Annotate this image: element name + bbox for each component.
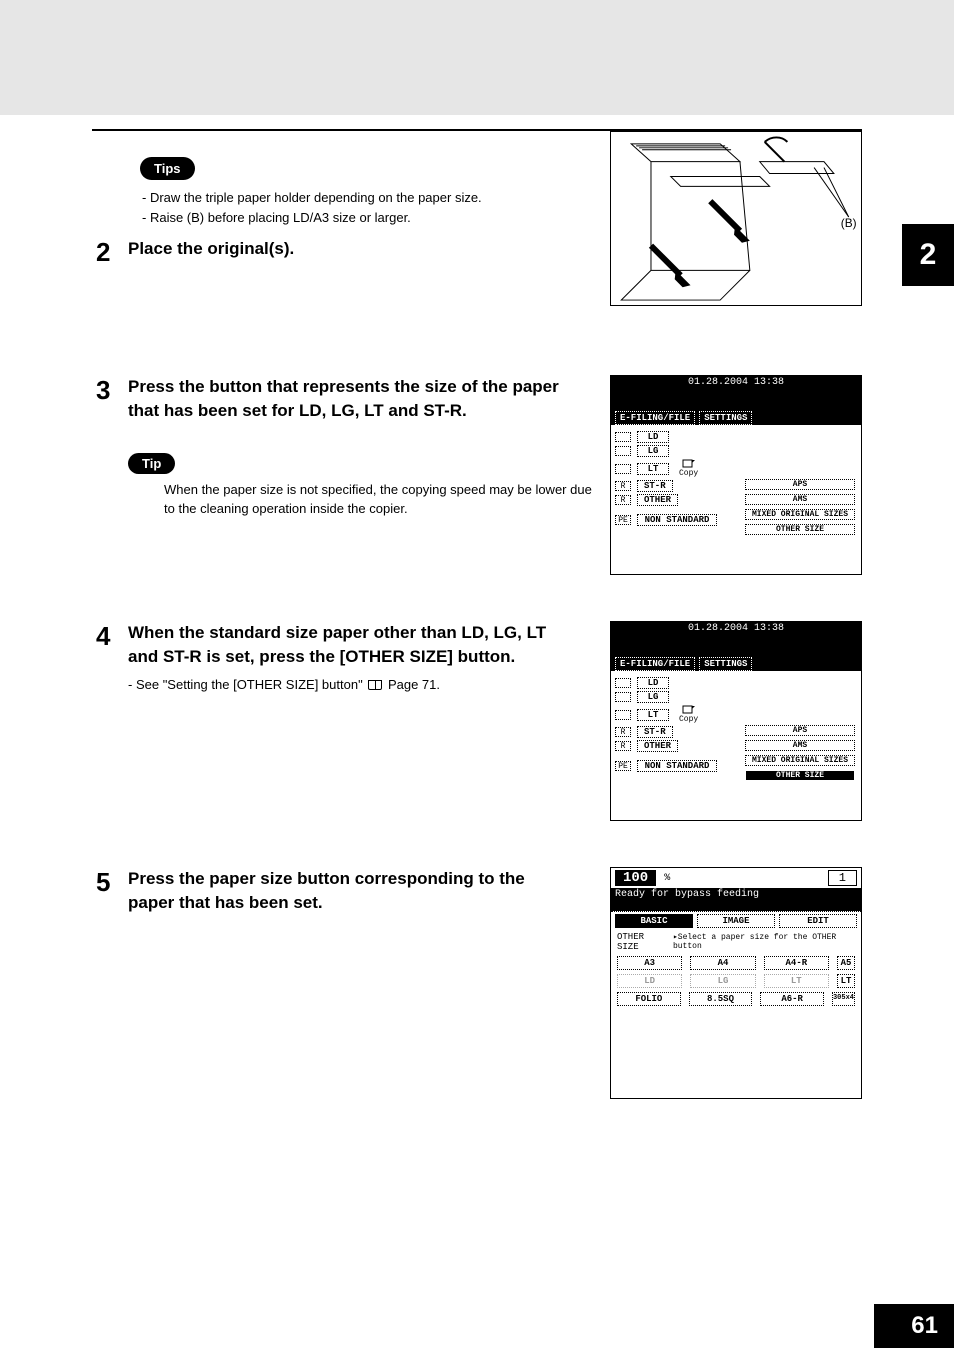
aps-button[interactable]: APS <box>745 725 855 736</box>
step-title: Press the paper size button correspondin… <box>128 867 568 915</box>
tips-badge: Tips <box>140 157 195 180</box>
size-str-button[interactable]: ST-R <box>637 726 673 738</box>
size-305x4-button[interactable]: 305x4 <box>832 992 855 1006</box>
other-size-button-selected[interactable]: OTHER SIZE <box>745 770 855 781</box>
step-title: Press the button that represents the siz… <box>128 375 568 423</box>
ams-button[interactable]: AMS <box>745 494 855 505</box>
mixed-sizes-button[interactable]: MIXED ORIGINAL SIZES <box>745 509 855 520</box>
copier-panel-screenshot-sizes: 100 % 1 Ready for bypass feeding BASIC I… <box>610 867 862 1099</box>
size-a6r-button[interactable]: A6-R <box>760 992 824 1006</box>
other-size-label: OTHER SIZE <box>617 932 667 952</box>
status-bar: Ready for bypass feeding <box>611 888 861 901</box>
aps-button[interactable]: APS <box>745 479 855 490</box>
size-lg-button[interactable]: LG <box>637 445 669 457</box>
size-lt-button-dim[interactable]: LT <box>764 974 829 988</box>
size-ld-button-dim[interactable]: LD <box>617 974 682 988</box>
panel-tab-settings[interactable]: SETTINGS <box>699 657 752 671</box>
size-a4r-button[interactable]: A4-R <box>764 956 829 970</box>
step-number: 3 <box>92 375 128 406</box>
prompt-text: Select a paper size for the OTHER button <box>673 933 836 951</box>
tab-basic[interactable]: BASIC <box>615 914 693 928</box>
panel-datetime: 01.28.2004 13:38 <box>611 622 861 635</box>
percent-sign: % <box>664 873 670 884</box>
size-a4-button[interactable]: A4 <box>690 956 755 970</box>
panel-tab-settings[interactable]: SETTINGS <box>699 411 752 425</box>
tip-badge: Tip <box>128 453 175 474</box>
chapter-tab: 2 <box>902 224 954 286</box>
size-other-button[interactable]: OTHER <box>637 740 678 752</box>
zoom-percent: 100 <box>615 870 656 886</box>
page-number: 61 <box>874 1304 954 1348</box>
tip-item: Raise (B) before placing LD/A3 size or l… <box>150 210 411 225</box>
panel-tab-efiling[interactable]: E-FILING/FILE <box>615 657 695 671</box>
book-icon <box>368 680 382 690</box>
illustration-b-label: (B) <box>841 216 857 230</box>
size-lt-button[interactable]: LT <box>637 709 669 721</box>
size-ltr-button[interactable]: LT <box>837 974 855 988</box>
size-ld-button[interactable]: LD <box>637 431 669 443</box>
paper-holder-illustration: (B) <box>610 131 862 306</box>
copier-panel-screenshot-othersize: 01.28.2004 13:38 E-FILING/FILE SETTINGS … <box>610 621 862 821</box>
page-header-gray <box>0 0 954 115</box>
copy-count: 1 <box>828 870 857 886</box>
size-str-button[interactable]: ST-R <box>637 480 673 492</box>
tab-edit[interactable]: EDIT <box>779 914 857 928</box>
step-title: When the standard size paper other than … <box>128 621 568 669</box>
size-lg-button[interactable]: LG <box>637 691 669 703</box>
step-ref-text: See "Setting the [OTHER SIZE] button" <box>136 677 363 692</box>
step-number: 2 <box>92 237 128 268</box>
size-a3-button[interactable]: A3 <box>617 956 682 970</box>
size-85sq-button[interactable]: 8.5SQ <box>689 992 753 1006</box>
size-nonstandard-button[interactable]: NON STANDARD <box>637 760 717 772</box>
size-other-button[interactable]: OTHER <box>637 494 678 506</box>
size-lg-button-dim[interactable]: LG <box>690 974 755 988</box>
step-ref-page: Page 71. <box>388 677 440 692</box>
size-lt-button[interactable]: LT <box>637 463 669 475</box>
size-nonstandard-button[interactable]: NON STANDARD <box>637 514 717 526</box>
step-tip-text: When the paper size is not specified, th… <box>164 480 594 519</box>
size-a5-button[interactable]: A5 <box>837 956 855 970</box>
mixed-sizes-button[interactable]: MIXED ORIGINAL SIZES <box>745 755 855 766</box>
copy-icon: Copy <box>679 705 698 724</box>
ams-button[interactable]: AMS <box>745 740 855 751</box>
step-number: 4 <box>92 621 128 652</box>
size-folio-button[interactable]: FOLIO <box>617 992 681 1006</box>
tab-image[interactable]: IMAGE <box>697 914 775 928</box>
panel-tab-efiling[interactable]: E-FILING/FILE <box>615 411 695 425</box>
step-number: 5 <box>92 867 128 898</box>
copy-icon: Copy <box>679 459 698 478</box>
step-title: Place the original(s). <box>128 237 294 261</box>
other-size-button[interactable]: OTHER SIZE <box>745 524 855 535</box>
copier-panel-screenshot: 01.28.2004 13:38 E-FILING/FILE SETTINGS … <box>610 375 862 575</box>
size-ld-button[interactable]: LD <box>637 677 669 689</box>
panel-datetime: 01.28.2004 13:38 <box>611 376 861 389</box>
tip-item: Draw the triple paper holder depending o… <box>150 190 482 205</box>
